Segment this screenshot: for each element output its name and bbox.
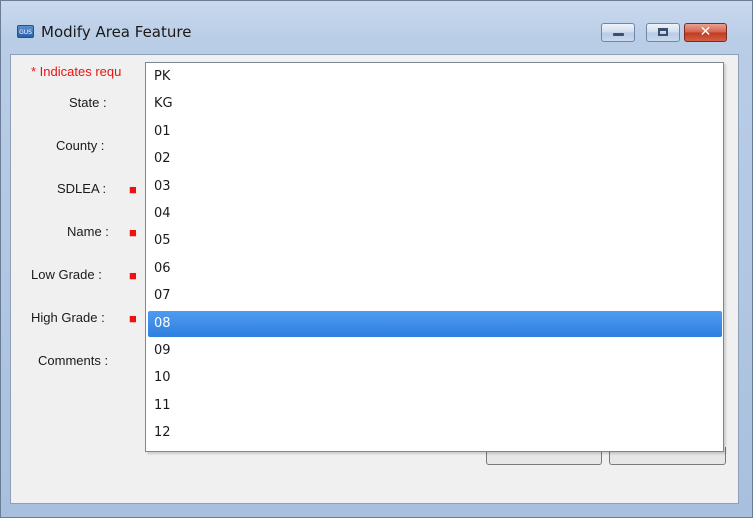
title-bar[interactable]: GUS Modify Area Feature ✕ [3,3,750,53]
name-required-marker: ■ [129,225,137,240]
dropdown-option[interactable]: KG [148,91,722,117]
comments-label: Comments : [38,353,109,368]
dropdown-option[interactable]: 09 [148,338,722,364]
dropdown-option[interactable]: 10 [148,365,722,391]
grade-dropdown-list[interactable]: PK KG 01 02 03 04 05 06 07 08 09 10 11 12 [145,62,724,452]
dropdown-option[interactable]: 06 [148,256,722,282]
dropdown-option[interactable]: 03 [148,174,722,200]
dropdown-option[interactable]: 01 [148,119,722,145]
dropdown-option[interactable]: 02 [148,146,722,172]
window-title: Modify Area Feature [41,23,192,41]
close-button[interactable]: ✕ [684,23,727,42]
county-label: County : [56,138,105,153]
low-grade-label: Low Grade : [31,267,102,282]
app-icon: GUS [17,25,34,38]
name-label: Name : [67,224,109,239]
sdlea-label: SDLEA : [57,181,107,196]
dropdown-option[interactable]: 04 [148,201,722,227]
state-label: State : [69,95,107,110]
maximize-button[interactable] [646,23,680,42]
required-fields-note: * Indicates requ [31,64,122,79]
high-grade-required-marker: ■ [129,311,137,326]
low-grade-required-marker: ■ [129,268,137,283]
maximize-icon [658,28,668,36]
high-grade-label: High Grade : [31,310,105,325]
dropdown-option[interactable]: 11 [148,393,722,419]
close-icon: ✕ [699,24,712,40]
dropdown-option[interactable]: 12 [148,420,722,446]
dropdown-option[interactable]: PK [148,64,722,90]
minimize-button[interactable] [601,23,635,42]
dropdown-option[interactable]: 08 [148,310,722,337]
sdlea-required-marker: ■ [129,182,137,197]
dropdown-option[interactable]: 07 [148,283,722,309]
minimize-icon [613,33,624,36]
dropdown-option[interactable]: 05 [148,228,722,254]
